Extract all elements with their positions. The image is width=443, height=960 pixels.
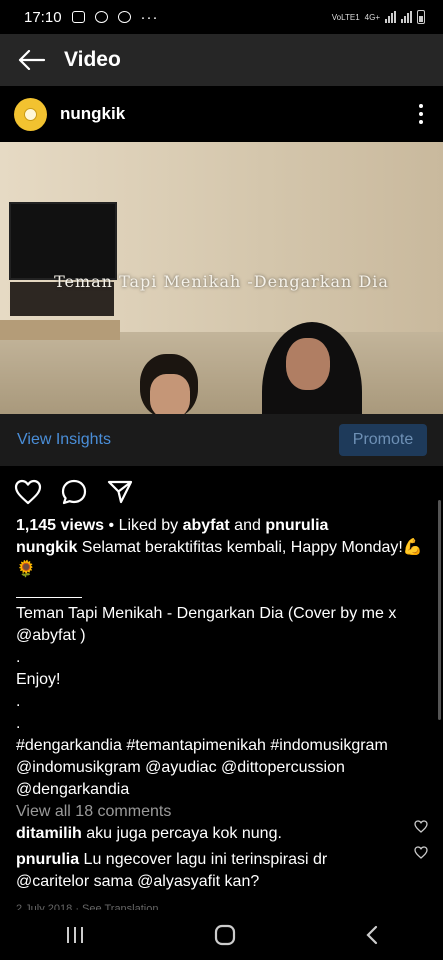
back-nav-icon[interactable]	[365, 925, 379, 945]
mentions-line[interactable]: @indomusikgram @ayudiac @dittopercussion	[16, 757, 426, 779]
gallery-icon	[71, 11, 85, 23]
caption-enjoy: Enjoy!	[16, 671, 61, 688]
caption-separator	[16, 581, 426, 603]
arrow-left-icon	[18, 50, 46, 70]
more-vertical-icon	[419, 104, 423, 108]
hashtags-line[interactable]: #dengarkandia #temantapimenikah #indomus…	[16, 735, 426, 757]
top-app-bar: Video	[0, 34, 443, 86]
liked-user-link[interactable]: pnurulia	[265, 517, 328, 534]
video-overlay-text: Teman Tapi Menikah -Dengarkan Dia	[54, 272, 389, 291]
post-actions	[14, 478, 134, 506]
flexed-biceps-emoji: 💪	[402, 539, 423, 556]
view-all-comments-link[interactable]: View all 18 comments	[16, 801, 426, 823]
post-content: 1,145 views • Liked by abyfat and pnurul…	[16, 515, 428, 893]
sync-icon	[117, 11, 131, 23]
heart-icon[interactable]	[14, 479, 42, 505]
caption-first-line: nungkik Selamat beraktifitas kembali, Ha…	[16, 537, 426, 559]
views-count[interactable]: 1,145 views	[16, 517, 104, 534]
heart-icon[interactable]	[414, 820, 428, 833]
chat-icon	[94, 11, 108, 23]
avatar-image	[24, 107, 37, 121]
recent-apps-icon[interactable]	[65, 926, 85, 944]
liked-user-link[interactable]: abyfat	[183, 517, 230, 534]
home-icon[interactable]	[214, 924, 236, 946]
mentions-line[interactable]: @dengarkandia	[16, 779, 426, 801]
comment-item: ditamilih aku juga percaya kok nung.	[16, 820, 428, 845]
caption-text: Selamat beraktifitas kembali, Happy Mond…	[77, 539, 403, 556]
page-title: Video	[64, 48, 121, 71]
signal-icon	[385, 11, 396, 23]
comment-username[interactable]: pnurulia	[16, 851, 79, 868]
view-insights-link[interactable]: View Insights	[17, 431, 111, 449]
comment-text: @caritelor sama @alyasyafit kan?	[16, 873, 260, 890]
comment-text: aku juga percaya kok nung.	[81, 825, 282, 842]
status-bar: 17:10 ··· VoLTE1 4G+	[0, 0, 443, 34]
network-type-label: 4G+	[364, 12, 380, 22]
signal-icon	[401, 11, 412, 23]
caption-username[interactable]: nungkik	[16, 539, 77, 556]
battery-icon	[417, 10, 425, 24]
caption-song-mention[interactable]: @abyfat )	[16, 625, 426, 647]
post-header: nungkik	[0, 86, 443, 142]
share-icon[interactable]	[106, 479, 134, 505]
comment-icon[interactable]	[60, 478, 88, 506]
post-username[interactable]: nungkik	[60, 104, 125, 124]
more-options-button[interactable]	[419, 104, 423, 124]
video-player[interactable]: Teman Tapi Menikah -Dengarkan Dia	[0, 142, 443, 414]
comment-item: pnurulia Lu ngecover lagu ini terinspira…	[16, 846, 428, 893]
sunflower-emoji: 🌻	[16, 561, 36, 578]
promote-button[interactable]: Promote	[339, 424, 427, 456]
caption-song: Teman Tapi Menikah - Dengarkan Dia (Cove…	[16, 605, 397, 622]
back-button[interactable]	[0, 34, 64, 86]
video-tv-shape	[9, 202, 117, 280]
insights-bar: View Insights Promote	[0, 414, 443, 466]
likes-line: 1,145 views • Liked by abyfat and pnurul…	[16, 517, 329, 534]
status-time: 17:10	[24, 8, 62, 26]
comment-username[interactable]: ditamilih	[16, 825, 82, 842]
heart-icon[interactable]	[414, 846, 428, 859]
notification-overflow: ···	[140, 8, 159, 26]
system-nav-bar	[0, 910, 443, 960]
avatar[interactable]	[14, 97, 47, 131]
volte-label: VoLTE1	[331, 12, 360, 22]
scrollbar[interactable]	[438, 500, 441, 720]
comment-text: Lu ngecover lagu ini terinspirasi dr	[79, 851, 328, 868]
